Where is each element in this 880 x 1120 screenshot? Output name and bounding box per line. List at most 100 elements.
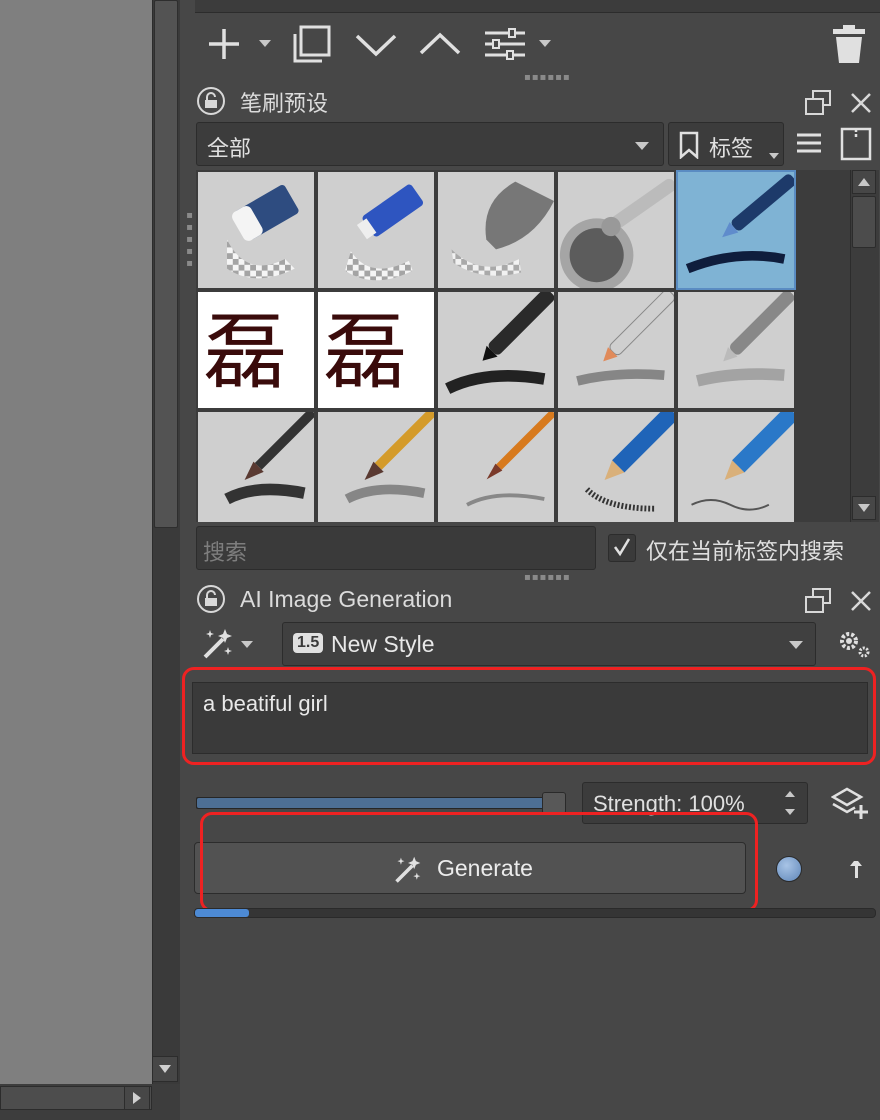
close-docker-button[interactable] — [846, 586, 876, 616]
style-name: New Style — [331, 631, 435, 657]
brush-preset-silver-pen[interactable] — [558, 292, 674, 408]
brush-preset-soft-blend[interactable] — [438, 172, 554, 288]
preset-view-menu-button[interactable] — [794, 128, 824, 158]
sliders-icon — [485, 28, 525, 60]
preset-search-input[interactable]: 搜索 — [196, 526, 596, 570]
settings-button[interactable] — [834, 626, 874, 662]
close-icon — [851, 591, 871, 611]
brush-preset-brush-dark[interactable] — [198, 412, 314, 522]
lock-docker-button[interactable] — [196, 86, 226, 116]
chevron-down-icon — [789, 641, 803, 649]
add-layer-dropdown[interactable] — [256, 34, 274, 52]
layers-plus-icon — [831, 787, 868, 819]
brush-preset-pencil-blue[interactable] — [558, 412, 674, 522]
move-layer-down-button[interactable] — [352, 26, 400, 62]
pin-button[interactable] — [844, 856, 868, 882]
style-select[interactable]: 1.5 New Style — [282, 622, 816, 666]
hamburger-menu-icon — [797, 133, 821, 153]
search-current-tag-label: 仅在当前标签内搜索 — [646, 540, 845, 565]
preset-grid: 磊磊 — [196, 170, 850, 522]
tag-filter-value: 全部 — [207, 137, 252, 162]
tag-button-label: 标签 — [709, 137, 754, 162]
scroll-down-button[interactable] — [152, 1056, 178, 1082]
layer-properties-button[interactable] — [482, 26, 528, 62]
chevron-down-icon — [539, 39, 551, 47]
brush-preset-pencil-sketch[interactable] — [678, 412, 794, 522]
workspace-mode-dropdown[interactable] — [238, 636, 256, 652]
splitter-handle[interactable]: ▪▪▪▪▪▪ — [524, 572, 571, 583]
lock-icon — [197, 585, 225, 613]
canvas-area[interactable] — [0, 0, 152, 1084]
close-icon — [851, 93, 871, 113]
tag-filter-select[interactable]: 全部 — [196, 122, 664, 166]
layers-list-bottom — [195, 0, 880, 13]
brush-preset-eraser[interactable] — [198, 172, 314, 288]
triangle-down-icon — [858, 504, 870, 512]
delete-layer-button[interactable] — [828, 22, 870, 66]
strength-slider-fill — [197, 798, 561, 808]
close-docker-button[interactable] — [846, 88, 876, 118]
bookmark-icon — [679, 131, 699, 159]
tag-button[interactable]: 标签 — [668, 122, 784, 166]
pin-icon — [850, 861, 862, 878]
preset-scroll-down-button[interactable] — [852, 496, 876, 520]
brush-thumbnail — [691, 412, 794, 511]
brush-thumbnail: 磊 — [204, 304, 287, 401]
duplicate-layer-button[interactable] — [290, 24, 334, 64]
splitter-handle[interactable]: ▪▪▪▪▪▪ — [524, 72, 571, 83]
chevron-down-icon — [635, 142, 649, 150]
brush-thumbnail — [466, 412, 554, 507]
scroll-right-button[interactable] — [124, 1086, 150, 1110]
triangle-right-icon — [133, 1092, 141, 1104]
chevron-up-icon — [419, 32, 461, 55]
brush-preset-grey-pen[interactable] — [678, 292, 794, 408]
trash-icon — [833, 25, 865, 63]
brush-preset-brush-thin[interactable] — [438, 412, 554, 522]
lock-docker-button[interactable] — [196, 584, 226, 614]
gears-icon — [840, 632, 870, 658]
add-control-layer-button[interactable] — [830, 784, 872, 824]
preset-search-placeholder: 搜索 — [203, 541, 248, 566]
svg-text:磊: 磊 — [324, 304, 407, 401]
float-docker-button[interactable] — [802, 88, 834, 118]
layer-properties-dropdown[interactable] — [536, 34, 554, 52]
brush-thumbnail — [224, 412, 314, 505]
queue-status-indicator[interactable] — [776, 856, 802, 882]
triangle-down-icon — [159, 1065, 171, 1073]
brush-thumbnail — [445, 292, 554, 394]
strength-slider-handle[interactable] — [542, 792, 566, 814]
workspace-mode-button[interactable] — [198, 626, 238, 662]
brush-preset-airbrush[interactable] — [558, 172, 674, 288]
move-layer-up-button[interactable] — [416, 26, 464, 62]
brush-preset-brush-soft[interactable] — [318, 412, 434, 522]
brush-preset-blue-eraser[interactable] — [318, 172, 434, 288]
brush-preset-ink-pen[interactable] — [676, 170, 796, 290]
brush-preset-texture-ink-1[interactable]: 磊 — [198, 292, 314, 408]
prompt-highlight-annotation — [182, 667, 876, 765]
svg-text:磊: 磊 — [204, 304, 287, 401]
preset-scroll-thumb[interactable] — [852, 196, 876, 248]
generation-progress-bar — [194, 908, 876, 918]
preset-scroll-up-button[interactable] — [852, 170, 876, 194]
brush-thumbnail — [345, 184, 424, 281]
add-layer-button[interactable] — [204, 26, 244, 62]
spin-down-icon[interactable] — [785, 809, 795, 815]
chevron-down-icon — [241, 640, 253, 648]
brush-thumbnail — [576, 292, 674, 386]
docker-side-handle[interactable]: ▪▪▪▪▪ — [184, 210, 195, 270]
vertical-scrollbar-thumb[interactable] — [154, 0, 178, 528]
search-current-tag-checkbox[interactable] — [608, 534, 636, 562]
brush-thumbnail — [344, 412, 434, 504]
float-window-icon — [805, 588, 831, 613]
strength-slider-track[interactable] — [196, 797, 562, 809]
ai-generation-title: AI Image Generation — [240, 586, 453, 612]
brush-preset-texture-ink-2[interactable]: 磊 — [318, 292, 434, 408]
style-version-badge: 1.5 — [293, 633, 324, 653]
spin-up-icon[interactable] — [785, 791, 795, 797]
brush-preset-black-marker[interactable] — [438, 292, 554, 408]
float-window-icon — [805, 90, 831, 115]
brush-thumbnail — [685, 174, 794, 274]
preset-storage-button[interactable] — [838, 124, 874, 164]
magic-wand-icon — [203, 629, 232, 659]
float-docker-button[interactable] — [802, 586, 834, 616]
